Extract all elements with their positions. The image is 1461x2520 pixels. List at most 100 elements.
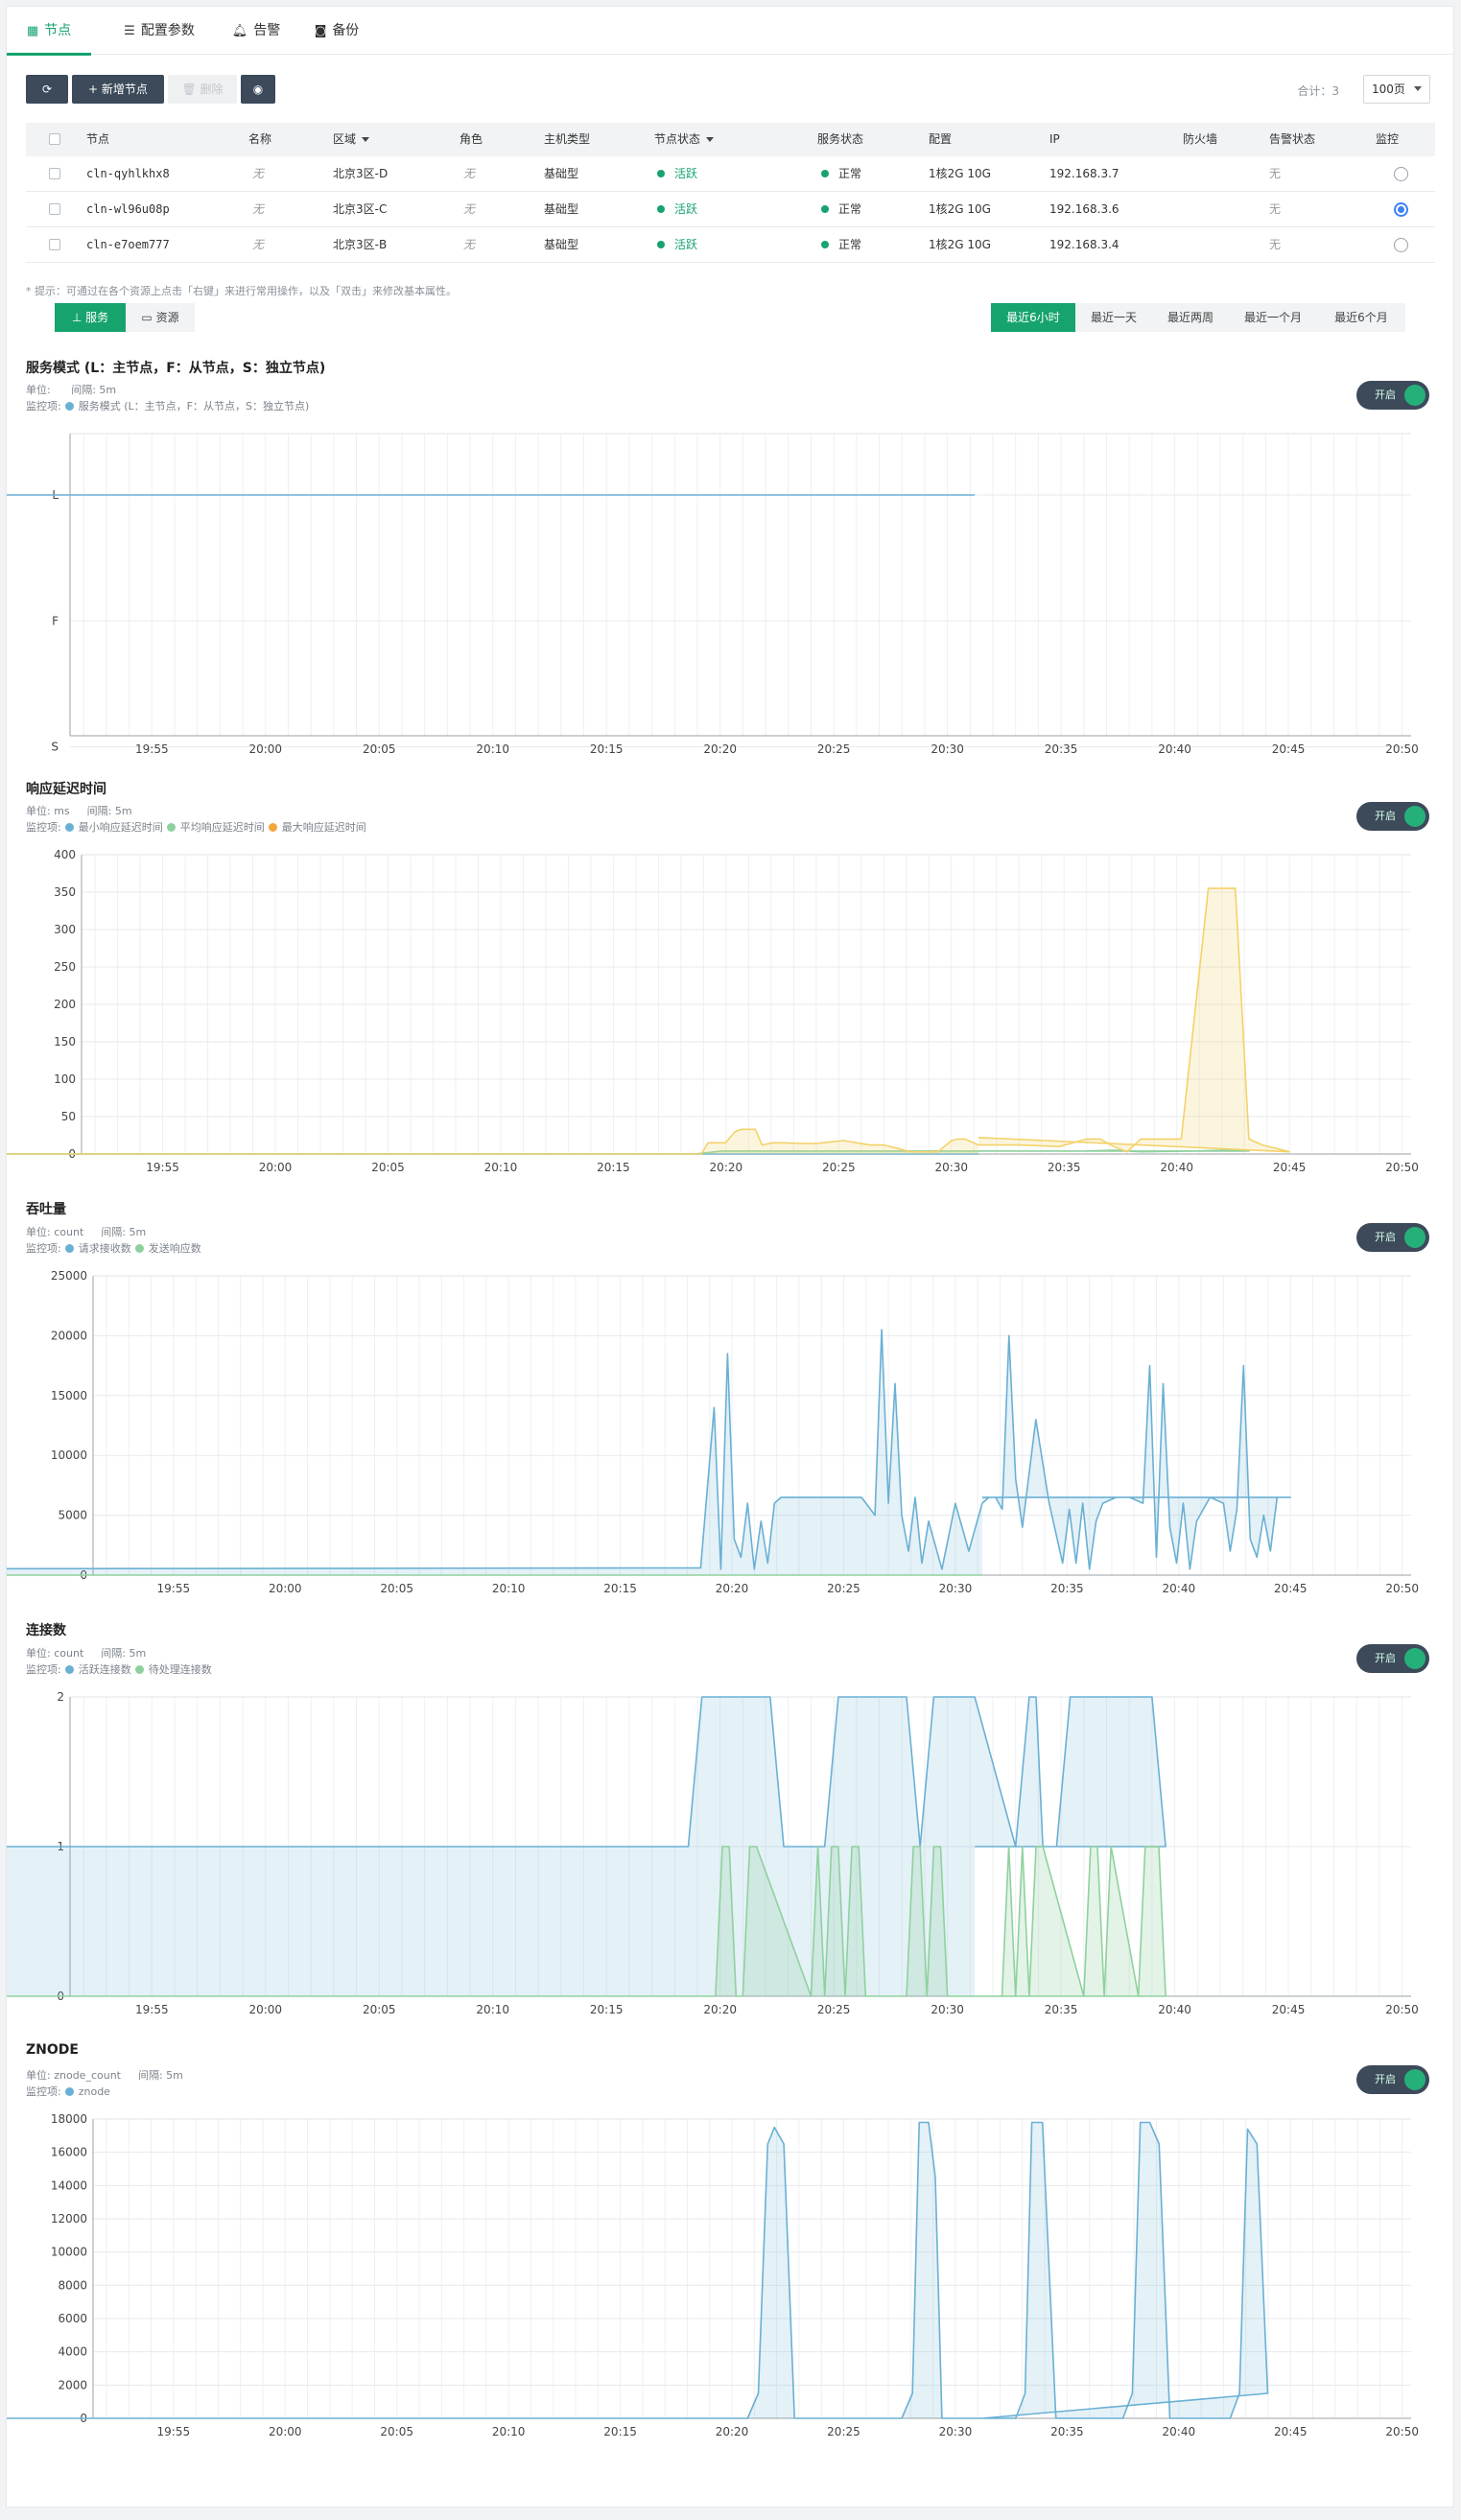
main-card: ▦ 节点 ☰ 配置参数 🔔︎ 告警 ◙ 备份 ⟳ + 新增节点 🗑︎ 删除 ◉ 合计：3… xyxy=(6,6,1454,2508)
znode-chart: 0200040006000800010000120001400016000180… xyxy=(7,2112,1419,2438)
row-checkbox[interactable] xyxy=(49,168,60,179)
range-1m[interactable]: 最近一个月 xyxy=(1229,303,1317,332)
legend-dot xyxy=(64,1243,74,1253)
x-tick-label: 20:40 xyxy=(1160,1161,1193,1173)
x-tick-label: 20:15 xyxy=(603,2425,637,2438)
range-6m[interactable]: 最近6个月 xyxy=(1317,303,1405,332)
monitor-toggle[interactable]: 开启 xyxy=(1356,1644,1429,1673)
x-tick-label: 20:20 xyxy=(716,1582,749,1594)
service-status: 正常 xyxy=(821,192,861,226)
x-tick-label: 19:55 xyxy=(146,1161,179,1173)
node-alarm: 无 xyxy=(1269,167,1282,180)
table-row[interactable]: cln-e7oem777 无 北京3区-B 无 基础型 活跃 正常 1核2G 1… xyxy=(26,227,1435,263)
delete-button[interactable]: 🗑︎ 删除 xyxy=(168,75,237,104)
tab-alarm[interactable]: 🔔︎ 告警 xyxy=(216,7,296,55)
x-tick-label: 20:45 xyxy=(1272,742,1306,753)
node-ip: 192.168.3.6 xyxy=(1049,202,1119,216)
sort-icon xyxy=(362,137,370,142)
service-status: 正常 xyxy=(821,227,861,262)
chart-title: ZNODE xyxy=(26,2042,79,2058)
range-1d[interactable]: 最近一天 xyxy=(1075,303,1152,332)
monitor-toggle[interactable]: 开启 xyxy=(1356,2065,1429,2094)
legend-dot xyxy=(134,1664,144,1674)
service-status: 正常 xyxy=(821,156,861,191)
header-zone[interactable]: 区域 xyxy=(333,123,370,156)
y-tick-label: S xyxy=(51,741,59,754)
monitor-toggle[interactable]: 开启 xyxy=(1356,381,1429,410)
x-tick-label: 20:50 xyxy=(1385,742,1419,753)
x-tick-label: 19:55 xyxy=(135,2003,169,2015)
x-tick-label: 20:50 xyxy=(1385,1161,1419,1173)
node-role: 无 xyxy=(463,167,476,180)
chart-title: 响应延迟时间 xyxy=(26,782,106,797)
add-node-button[interactable]: + 新增节点 xyxy=(72,75,164,104)
x-tick-label: 20:10 xyxy=(492,1582,526,1594)
x-tick-label: 20:15 xyxy=(590,2003,624,2015)
tab-backup[interactable]: ◙ 备份 xyxy=(296,7,377,55)
status-dot xyxy=(821,169,829,177)
monitor-toggle[interactable]: 开启 xyxy=(1356,802,1429,831)
row-checkbox[interactable] xyxy=(49,203,60,215)
chart-grid xyxy=(70,434,1411,747)
monitor-icon: ▭ xyxy=(141,311,156,324)
chart-grid xyxy=(93,1275,1411,1576)
header-node-status[interactable]: 节点状态 xyxy=(654,123,715,156)
select-all-checkbox[interactable] xyxy=(49,133,60,145)
tab-nodes[interactable]: ▦ 节点 xyxy=(7,7,91,56)
eye-button[interactable]: ◉ xyxy=(241,75,275,104)
tab-config[interactable]: ☰ 配置参数 xyxy=(103,7,216,55)
chart-legend: 监控项: 请求接收数 发送响应数 xyxy=(26,1242,201,1255)
monitor-radio[interactable] xyxy=(1394,202,1408,217)
chart-title: 吞吐量 xyxy=(26,1202,66,1217)
monitor-toggle[interactable]: 开启 xyxy=(1356,1223,1429,1252)
y-tick-label: 200 xyxy=(54,998,76,1011)
x-tick-label: 20:40 xyxy=(1158,742,1191,753)
table-row[interactable]: cln-wl96u08p 无 北京3区-C 无 基础型 活跃 正常 1核2G 1… xyxy=(26,192,1435,227)
toggle-knob xyxy=(1404,806,1426,827)
y-tick-label: 12000 xyxy=(51,2212,87,2226)
page-size-select[interactable]: 100页 xyxy=(1363,75,1430,104)
x-tick-label: 19:55 xyxy=(157,2425,191,2438)
table-header: 节点 名称 区域 角色 主机类型 节点状态 服务状态 配置 IP 防火墙 告警状… xyxy=(26,123,1435,156)
y-tick-label: 20000 xyxy=(51,1329,87,1342)
chart-title: 连接数 xyxy=(26,1623,66,1638)
view-tab-service[interactable]: ⊥ 服务 xyxy=(55,303,126,332)
legend-dot xyxy=(64,1664,74,1674)
y-tick-label: 250 xyxy=(54,960,76,974)
header-monitor: 监控 xyxy=(1376,132,1400,146)
chart-unit: 单位: 间隔: 5m xyxy=(26,384,117,396)
node-status: 活跃 xyxy=(657,156,697,191)
range-6h[interactable]: 最近6小时 xyxy=(991,303,1075,332)
legend-dot xyxy=(166,822,176,832)
node-role: 无 xyxy=(463,202,476,216)
legend-dot xyxy=(268,822,277,832)
chart-unit: 单位: count 间隔: 5m xyxy=(26,1647,147,1660)
y-tick-label: 10000 xyxy=(51,1448,87,1462)
refresh-button[interactable]: ⟳ xyxy=(26,75,68,104)
y-tick-label: 350 xyxy=(54,885,76,899)
node-config: 1核2G 10G xyxy=(929,238,991,251)
view-tab-resource[interactable]: ▭ 资源 xyxy=(126,303,195,332)
y-tick-label: 18000 xyxy=(51,2112,87,2126)
node-name: 无 xyxy=(252,167,265,180)
table-row[interactable]: cln-qyhlkhx8 无 北京3区-D 无 基础型 活跃 正常 1核2G 1… xyxy=(26,156,1435,192)
node-name: 无 xyxy=(252,238,265,251)
row-checkbox[interactable] xyxy=(49,239,60,250)
x-tick-label: 20:05 xyxy=(363,742,396,753)
node-config: 1核2G 10G xyxy=(929,202,991,216)
y-tick-label: 6000 xyxy=(58,2312,87,2325)
header-service-status: 服务状态 xyxy=(817,132,864,146)
monitor-radio[interactable] xyxy=(1394,238,1408,252)
x-tick-label: 20:20 xyxy=(716,2425,749,2438)
range-2w[interactable]: 最近两周 xyxy=(1152,303,1229,332)
x-tick-label: 20:00 xyxy=(248,2003,282,2015)
x-tick-label: 20:00 xyxy=(248,742,282,753)
chart-legend: 监控项: 活跃连接数 待处理连接数 xyxy=(26,1663,212,1676)
monitor-radio[interactable] xyxy=(1394,167,1408,181)
grid-icon: ▦ xyxy=(26,24,39,38)
x-tick-label: 20:40 xyxy=(1163,1582,1196,1594)
sort-icon xyxy=(706,137,715,142)
y-tick-label: 150 xyxy=(54,1035,76,1048)
throughput-chart: 050001000015000200002500019:5520:0020:05… xyxy=(7,1269,1419,1594)
header-host-type: 主机类型 xyxy=(544,132,591,146)
